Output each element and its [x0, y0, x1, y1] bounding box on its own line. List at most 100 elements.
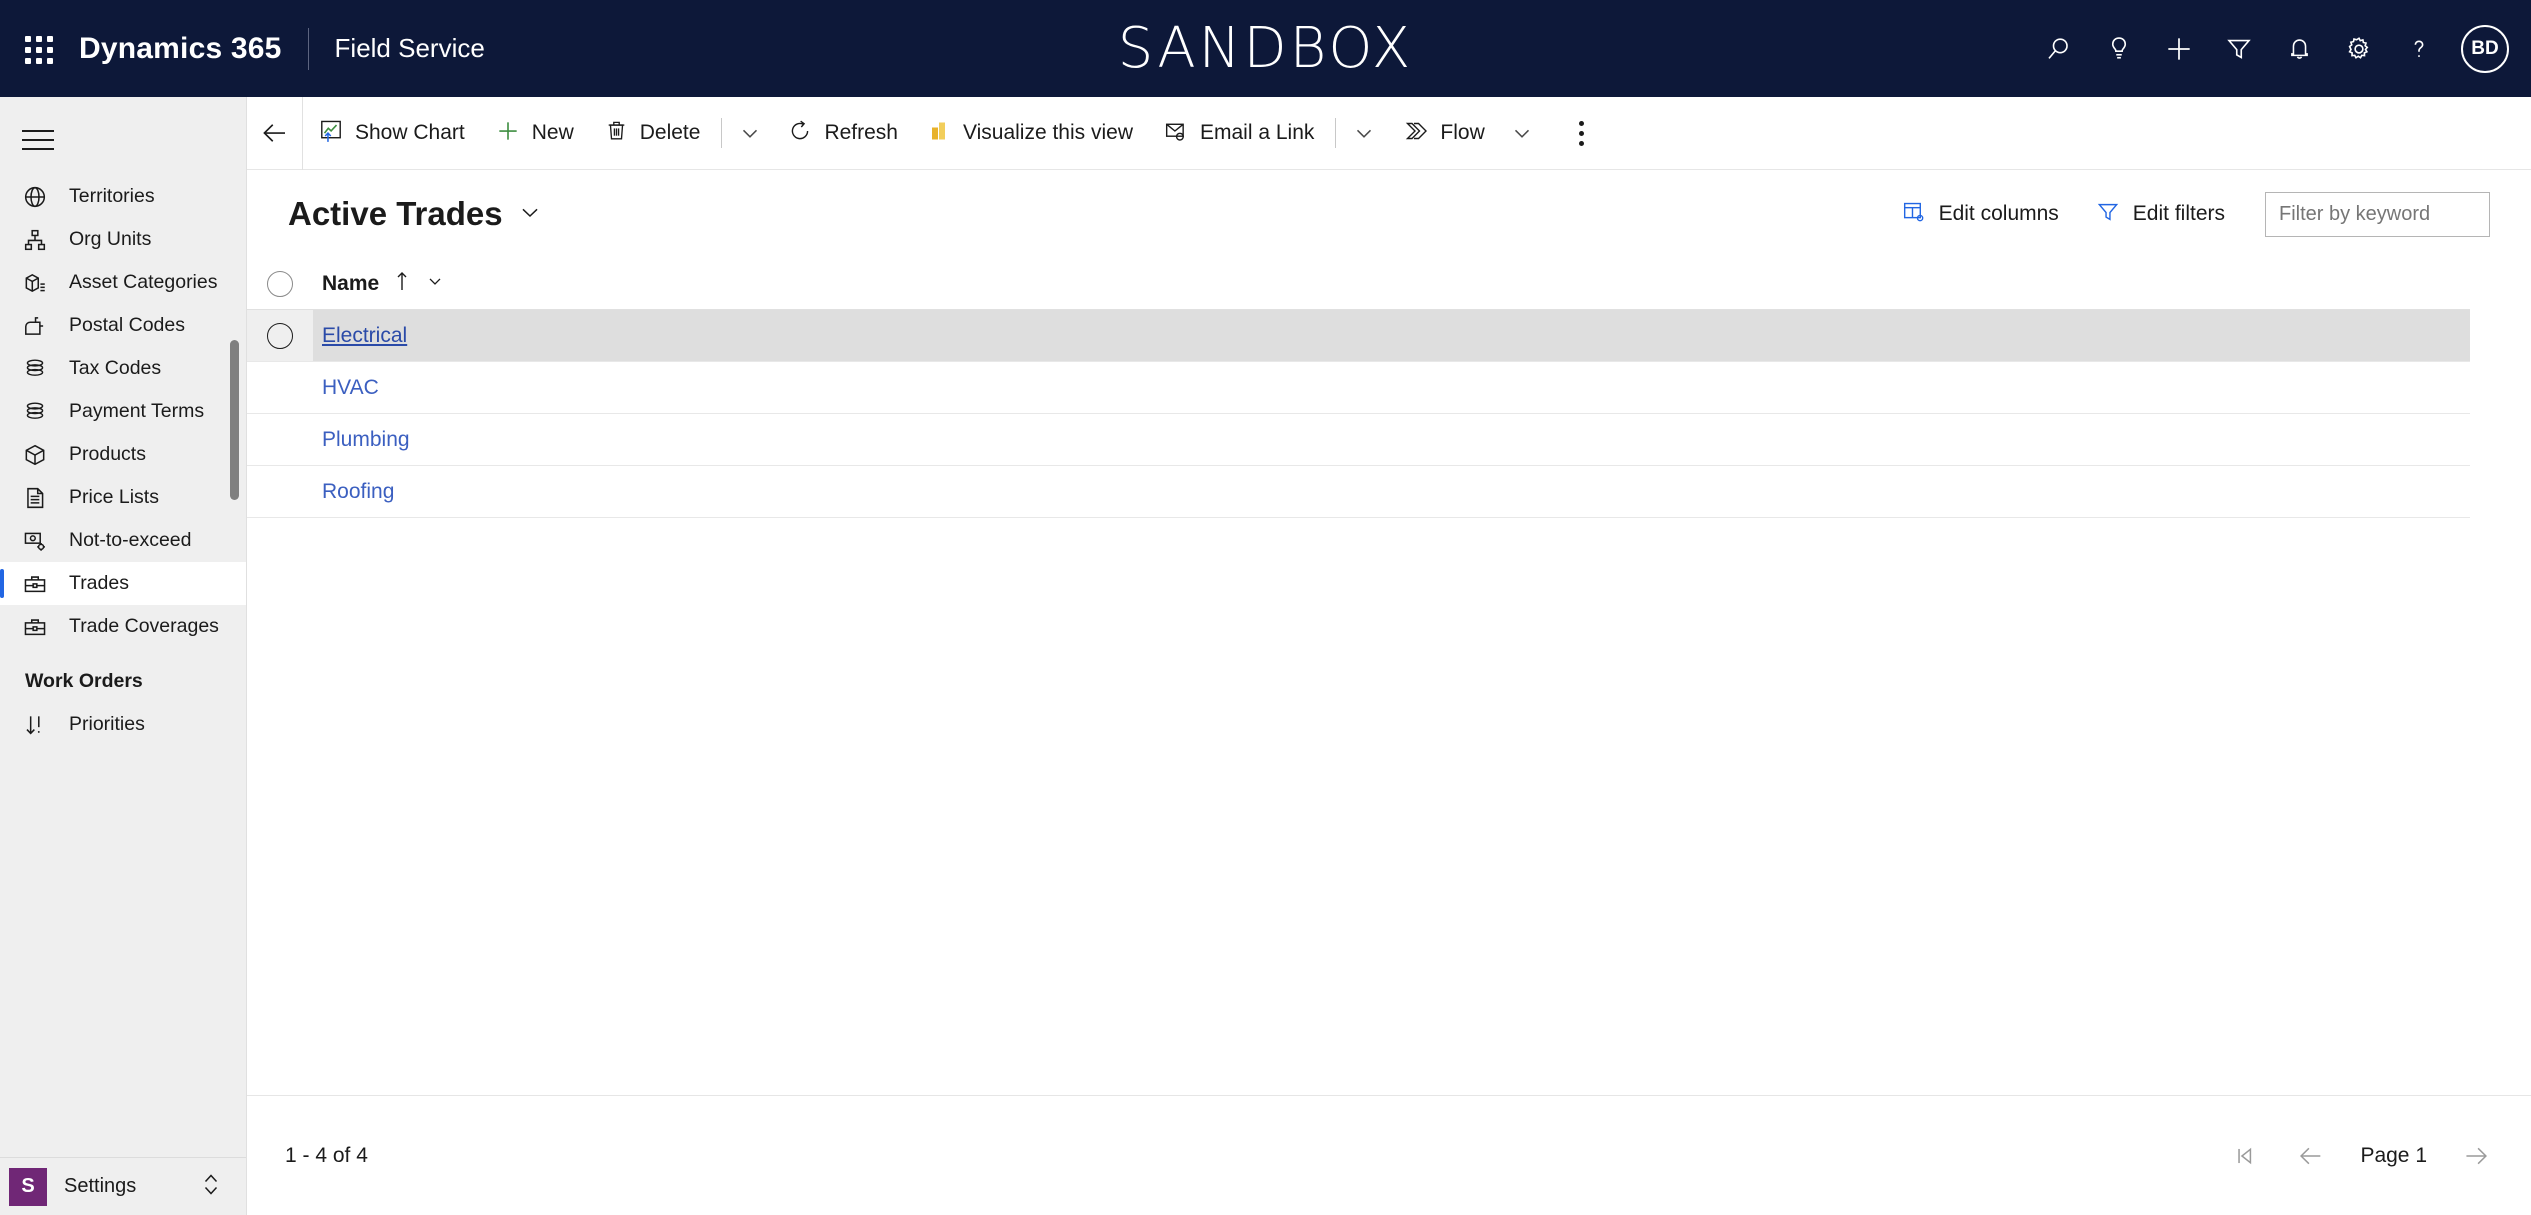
view-header: Active Trades Edit columns Edit filters … [247, 170, 2531, 258]
more-vertical-icon[interactable] [1558, 97, 1606, 170]
org-chart-icon [15, 225, 55, 255]
chevron-down-icon[interactable] [1500, 97, 1544, 170]
edit-columns-button[interactable]: Edit columns [1887, 189, 2073, 240]
sidebar-scrollbar[interactable] [230, 340, 239, 500]
app-module-name[interactable]: Field Service [335, 33, 485, 64]
view-header-actions: Edit columns Edit filters [1887, 189, 2490, 240]
sidebar-item-postal-codes[interactable]: Postal Codes [0, 304, 246, 347]
previous-page-icon[interactable] [2294, 1139, 2328, 1173]
show-chart-button[interactable]: Show Chart [303, 97, 480, 170]
refresh-button[interactable]: Refresh [772, 97, 913, 170]
chart-icon [318, 118, 344, 149]
edit-filters-label: Edit filters [2132, 202, 2225, 225]
bell-icon[interactable] [2269, 19, 2329, 79]
mailbox-icon [15, 311, 55, 341]
table-row[interactable]: Plumbing [247, 414, 2470, 466]
search-icon[interactable] [2029, 19, 2089, 79]
row-name-cell: HVAC [313, 362, 379, 413]
settings-label: Settings [64, 1175, 137, 1197]
edit-filters-button[interactable]: Edit filters [2081, 189, 2239, 240]
table-row[interactable]: Roofing [247, 466, 2470, 518]
record-link[interactable]: Roofing [322, 480, 394, 504]
sidebar-item-priorities[interactable]: Priorities [0, 703, 246, 746]
settings-area-switcher[interactable]: S Settings [0, 1157, 246, 1215]
visualize-this-view-button[interactable]: Visualize this view [913, 97, 1148, 170]
back-button[interactable] [247, 96, 303, 170]
record-link[interactable]: HVAC [322, 376, 379, 400]
delete-button[interactable]: Delete [589, 97, 716, 170]
app-launcher-icon[interactable] [21, 32, 55, 66]
sidebar-item-label: Asset Categories [69, 271, 218, 293]
refresh-label: Refresh [824, 121, 898, 144]
sidebar: Territories Org Units Asset Categories P… [0, 97, 247, 1215]
table-row[interactable]: HVAC [247, 362, 2470, 414]
settings-badge: S [9, 1167, 47, 1206]
sidebar-item-products[interactable]: Products [0, 433, 246, 476]
row-select-cell[interactable] [247, 310, 313, 361]
row-select-circle[interactable] [267, 322, 293, 349]
trash-icon [604, 118, 629, 148]
question-icon[interactable] [2389, 19, 2449, 79]
row-name-cell: Roofing [313, 466, 394, 517]
record-link[interactable]: Electrical [322, 324, 407, 348]
sidebar-item-trades[interactable]: Trades [0, 562, 246, 605]
gear-icon[interactable] [2329, 19, 2389, 79]
nav-toggle-button[interactable] [22, 117, 68, 163]
email-a-link-label: Email a Link [1200, 121, 1315, 144]
page-first-icon[interactable] [2228, 1139, 2262, 1173]
new-button[interactable]: New [480, 97, 589, 170]
lightbulb-icon[interactable] [2089, 19, 2149, 79]
sidebar-item-payment-terms[interactable]: Payment Terms [0, 390, 246, 433]
row-select-cell[interactable] [247, 414, 313, 465]
page-title: Active Trades [288, 195, 503, 232]
email-link-icon [1163, 118, 1189, 149]
edit-columns-label: Edit columns [1938, 202, 2059, 225]
header-actions: BD [2029, 19, 2531, 79]
sidebar-item-trade-coverages[interactable]: Trade Coverages [0, 605, 246, 648]
record-link[interactable]: Plumbing [322, 428, 410, 452]
avatar[interactable]: BD [2461, 24, 2509, 73]
search-input[interactable] [2265, 191, 2490, 237]
record-count: 1 - 4 of 4 [285, 1143, 368, 1167]
chevron-down-icon[interactable] [425, 271, 445, 296]
app-header: Dynamics 365 Field Service SANDBOX BD [0, 0, 2531, 97]
flow-button[interactable]: Flow [1386, 97, 1499, 170]
chevron-down-icon[interactable] [728, 97, 772, 170]
row-select-cell[interactable] [247, 362, 313, 413]
coins-icon [15, 397, 55, 427]
view-area: Active Trades Edit columns Edit filters … [247, 170, 2531, 1095]
table-row[interactable]: Electrical [247, 310, 2470, 362]
select-all-circle[interactable] [267, 270, 293, 297]
sidebar-item-tax-codes[interactable]: Tax Codes [0, 347, 246, 390]
brand-name[interactable]: Dynamics 365 [79, 32, 282, 66]
sidebar-item-label: Price Lists [69, 486, 159, 508]
sidebar-item-territories[interactable]: Territories [0, 175, 246, 218]
sidebar-item-label: Tax Codes [69, 357, 162, 379]
visualize-this-view-label: Visualize this view [962, 121, 1133, 144]
grid-header-row: Name [247, 258, 2470, 310]
sidebar-item-label: Priorities [69, 713, 145, 735]
next-page-icon[interactable] [2459, 1139, 2493, 1173]
view-selector[interactable]: Active Trades [288, 195, 543, 233]
chevron-down-icon[interactable] [517, 199, 543, 230]
row-select-cell[interactable] [247, 466, 313, 517]
plus-icon [495, 118, 521, 149]
select-all-cell[interactable] [247, 258, 313, 309]
sidebar-item-org-units[interactable]: Org Units [0, 218, 246, 261]
grid-footer: 1 - 4 of 4 Page 1 [247, 1095, 2531, 1215]
sidebar-item-label: Trade Coverages [69, 615, 219, 637]
powerbi-bars-icon [928, 118, 952, 149]
email-a-link-button[interactable]: Email a Link [1148, 97, 1329, 170]
chevron-down-icon[interactable] [1342, 97, 1386, 170]
sidebar-item-price-lists[interactable]: Price Lists [0, 476, 246, 519]
sidebar-item-not-to-exceed[interactable]: Not-to-exceed [0, 519, 246, 562]
filter-icon[interactable] [2209, 19, 2269, 79]
delete-label: Delete [639, 121, 701, 144]
new-label: New [531, 121, 574, 144]
column-header-label: Name [322, 271, 380, 295]
row-name-cell: Electrical [313, 310, 407, 361]
sidebar-item-asset-categories[interactable]: Asset Categories [0, 261, 246, 304]
column-header-name[interactable]: Name [313, 270, 445, 297]
sidebar-item-label: Trades [69, 572, 129, 594]
plus-icon[interactable] [2149, 19, 2209, 79]
